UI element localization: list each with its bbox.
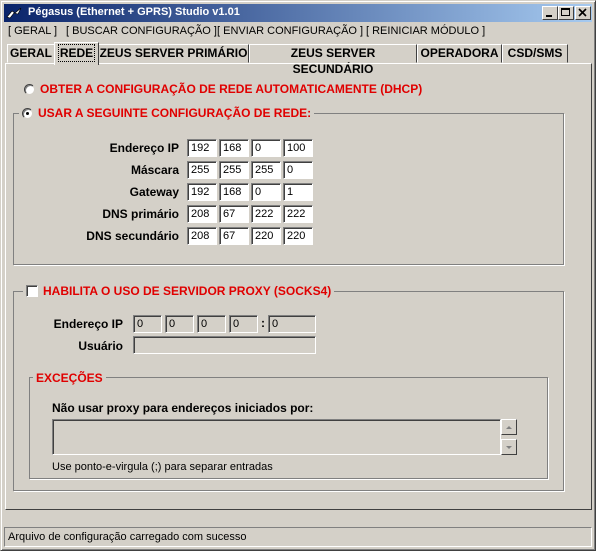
network-field-octet-4[interactable]: 100	[283, 139, 313, 157]
proxy-enable-checkbox[interactable]: HABILITA O USO DE SERVIDOR PROXY (SOCKS4…	[23, 284, 335, 298]
network-field-label: DNS secundário	[86, 229, 179, 243]
minimize-button[interactable]	[542, 6, 558, 20]
menu-enviar-configuracao[interactable]: [ ENVIAR CONFIGURAÇÃO ]	[217, 25, 363, 37]
network-field-octet-2[interactable]: 255	[219, 161, 249, 179]
network-field-octet-1[interactable]: 192	[187, 183, 217, 201]
network-field-octet-3[interactable]: 0	[251, 139, 281, 157]
status-bar: Arquivo de configuração carregado com su…	[4, 527, 592, 547]
tab-operadora[interactable]: OPERADORA	[417, 44, 502, 63]
status-text: Arquivo de configuração carregado com su…	[8, 531, 247, 543]
window-title: Pégasus (Ethernet + GPRS) Studio v1.01	[28, 6, 240, 18]
network-field-octet-2[interactable]: 67	[219, 205, 249, 223]
scroll-up-button[interactable]	[501, 419, 517, 435]
scroll-down-button[interactable]	[501, 439, 517, 455]
radio-indicator	[22, 107, 33, 119]
app-window: Pégasus (Ethernet + GPRS) Studio v1.01 […	[0, 0, 596, 551]
network-field-octet-3[interactable]: 222	[251, 205, 281, 223]
network-field-octet-3[interactable]: 220	[251, 227, 281, 245]
tab-geral[interactable]: GERAL	[7, 44, 55, 63]
minimize-icon	[546, 15, 552, 17]
network-field-label: DNS primário	[102, 207, 179, 221]
menu-reiniciar-modulo[interactable]: [ REINICIAR MÓDULO ]	[366, 25, 485, 37]
radio-indicator	[24, 83, 35, 95]
menu-buscar-configuracao[interactable]: [ BUSCAR CONFIGURAÇÃO ]	[66, 25, 217, 37]
network-field-label: Máscara	[130, 163, 179, 177]
tab-label: REDE	[57, 44, 96, 62]
network-field-label: Gateway	[129, 185, 179, 199]
exceptions-hint: Use ponto-e-virgula (;) para separar ent…	[52, 461, 273, 473]
proxy-ip-octet-1[interactable]: 0	[133, 315, 162, 333]
network-field-octet-3[interactable]: 255	[251, 161, 281, 179]
tab-label: CSD/SMS	[507, 46, 563, 60]
network-field-octet-4[interactable]: 1	[283, 183, 313, 201]
dhcp-label: OBTER A CONFIGURAÇÃO DE REDE AUTOMATICAM…	[40, 82, 423, 96]
proxy-port-field[interactable]: 0	[268, 315, 316, 333]
proxy-ip-octet-3[interactable]: 0	[197, 315, 226, 333]
network-field-octet-1[interactable]: 208	[187, 227, 217, 245]
network-field-octet-1[interactable]: 255	[187, 161, 217, 179]
network-field-octet-4[interactable]: 0	[283, 161, 313, 179]
manual-config-label: USAR A SEGUINTE CONFIGURAÇÃO DE REDE:	[38, 106, 312, 120]
checkbox-indicator	[26, 285, 38, 297]
tab-zeus-secundario[interactable]: ZEUS SERVER SECUNDÁRIO	[249, 44, 417, 76]
close-button[interactable]	[575, 6, 591, 20]
proxy-user-field[interactable]	[133, 336, 316, 354]
network-field-octet-4[interactable]: 220	[283, 227, 313, 245]
tab-rede[interactable]: REDE	[54, 42, 99, 65]
tab-label: ZEUS SERVER PRIMÁRIO	[99, 46, 248, 60]
port-separator: :	[261, 316, 265, 330]
manual-config-radio[interactable]: USAR A SEGUINTE CONFIGURAÇÃO DE REDE:	[19, 106, 315, 120]
menu-geral[interactable]: [ GERAL ]	[8, 25, 57, 37]
arrow-up-icon	[506, 426, 512, 429]
title-bar: Pégasus (Ethernet + GPRS) Studio v1.01	[4, 4, 592, 22]
network-field-octet-3[interactable]: 0	[251, 183, 281, 201]
network-field-octet-2[interactable]: 67	[219, 227, 249, 245]
proxy-ip-octet-4[interactable]: 0	[229, 315, 258, 333]
maximize-icon	[561, 8, 570, 16]
network-field-octet-1[interactable]: 208	[187, 205, 217, 223]
exceptions-prompt: Não usar proxy para endereços iniciados …	[52, 401, 314, 415]
tab-label: GERAL	[10, 46, 52, 60]
close-icon	[578, 8, 587, 17]
tab-label: OPERADORA	[420, 46, 499, 60]
proxy-ip-label: Endereço IP	[53, 317, 123, 331]
maximize-button[interactable]	[558, 6, 574, 20]
network-field-octet-2[interactable]: 168	[219, 139, 249, 157]
dhcp-radio[interactable]: OBTER A CONFIGURAÇÃO DE REDE AUTOMATICAM…	[21, 82, 426, 96]
app-logo-icon	[6, 7, 22, 19]
proxy-ip-octet-2[interactable]: 0	[165, 315, 194, 333]
tab-csd-sms[interactable]: CSD/SMS	[502, 44, 568, 63]
network-field-label: Endereço IP	[109, 141, 179, 155]
exceptions-title: EXCEÇÕES	[33, 371, 106, 385]
exceptions-textarea[interactable]	[52, 419, 501, 455]
menu-bar: [ GERAL ] [ BUSCAR CONFIGURAÇÃO ] [ ENVI…	[4, 23, 592, 40]
proxy-user-label: Usuário	[78, 339, 123, 353]
network-field-octet-4[interactable]: 222	[283, 205, 313, 223]
network-field-octet-1[interactable]: 192	[187, 139, 217, 157]
network-field-octet-2[interactable]: 168	[219, 183, 249, 201]
arrow-down-icon	[506, 446, 512, 449]
proxy-enable-label: HABILITA O USO DE SERVIDOR PROXY (SOCKS4…	[43, 284, 332, 298]
tab-zeus-primario[interactable]: ZEUS SERVER PRIMÁRIO	[98, 44, 249, 63]
exceptions-title-text: EXCEÇÕES	[36, 371, 103, 385]
